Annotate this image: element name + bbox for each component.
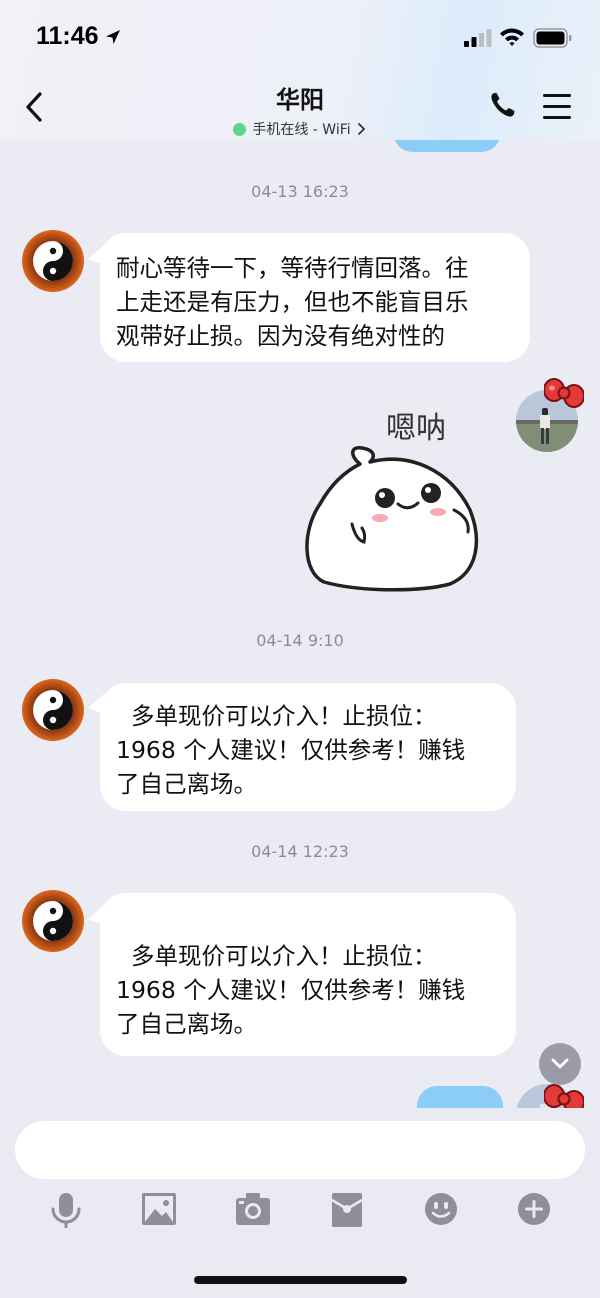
location-arrow-icon [104, 28, 122, 50]
menu-button[interactable] [543, 94, 571, 127]
message-timestamp: 04-14 9:10 [256, 631, 344, 650]
battery-icon [533, 28, 573, 52]
contact-avatar[interactable] [22, 679, 84, 741]
signal-icon [464, 29, 492, 51]
message-timestamp: 04-13 16:23 [251, 182, 349, 201]
online-status-text: 手机在线 - WiFi [252, 122, 351, 138]
plus-icon [518, 1193, 550, 1225]
online-dot-icon [233, 122, 247, 136]
message-text [116, 909, 500, 939]
contact-avatar[interactable] [22, 230, 84, 292]
phone-icon [491, 93, 515, 117]
bow-decoration-icon [544, 378, 584, 408]
message-text: 上走还是有压力，但也不能盲目乐 [116, 288, 469, 316]
message-text: 1968 个人建议！仅供参考！赚钱 [116, 736, 466, 764]
red-envelope-button[interactable] [331, 1192, 363, 1232]
camera-icon [236, 1193, 270, 1225]
status-time: 11:46 [36, 22, 99, 50]
yin-yang-icon [33, 241, 73, 281]
message-text: 了自己离场。 [116, 770, 257, 798]
message-timestamp: 04-14 12:23 [251, 842, 349, 861]
emoji-icon [425, 1193, 457, 1225]
chevron-down-icon [551, 1058, 569, 1069]
message-text: 了自己离场。 [116, 1010, 257, 1038]
message-bubble[interactable]: 耐心等待一下，等待行情回落。往 上走还是有压力，但也不能盲目乐 观带好止损。因为… [100, 233, 530, 362]
message-bubble[interactable]: 多单现价可以介入！止损位： 1968 个人建议！仅供参考！赚钱 了自己离场。 [100, 683, 516, 811]
message-text: 观带好止损。因为没有绝对性的 [116, 322, 445, 350]
camera-button[interactable] [235, 1192, 271, 1230]
message-text: 多单现价可以介入！止损位： [116, 702, 437, 730]
yin-yang-icon [33, 901, 73, 941]
image-button[interactable] [141, 1192, 177, 1230]
yin-yang-icon [33, 690, 73, 730]
message-bubble[interactable]: 多单现价可以介入！止损位： 1968 个人建议！仅供参考！赚钱 了自己离场。 [100, 893, 516, 1056]
message-text: 耐心等待一下，等待行情回落。往 [116, 254, 469, 282]
message-text: 1968 个人建议！仅供参考！赚钱 [116, 976, 466, 1004]
message-text: 多单现价可以介入！止损位： [116, 942, 437, 970]
wifi-icon [499, 27, 525, 51]
emoji-button[interactable] [424, 1192, 458, 1230]
message-input[interactable] [15, 1121, 585, 1179]
scroll-to-bottom-button[interactable] [539, 1043, 581, 1085]
phone-call-button[interactable] [488, 90, 518, 124]
more-button[interactable] [517, 1192, 551, 1230]
microphone-icon [51, 1193, 81, 1228]
header: 11:46 华阳 手机在线 - WiFi [0, 0, 600, 140]
my-avatar[interactable] [516, 378, 584, 452]
chevron-right-icon [357, 123, 365, 135]
menu-icon [543, 94, 571, 97]
red-envelope-icon [331, 1193, 363, 1227]
home-indicator[interactable] [194, 1276, 407, 1284]
contact-avatar[interactable] [22, 890, 84, 952]
sticker-text: 嗯呐 [386, 411, 446, 446]
sticker-message[interactable]: 嗯呐 [300, 400, 500, 604]
input-area [0, 1108, 600, 1298]
image-icon [142, 1193, 176, 1225]
voice-button[interactable] [50, 1192, 82, 1234]
